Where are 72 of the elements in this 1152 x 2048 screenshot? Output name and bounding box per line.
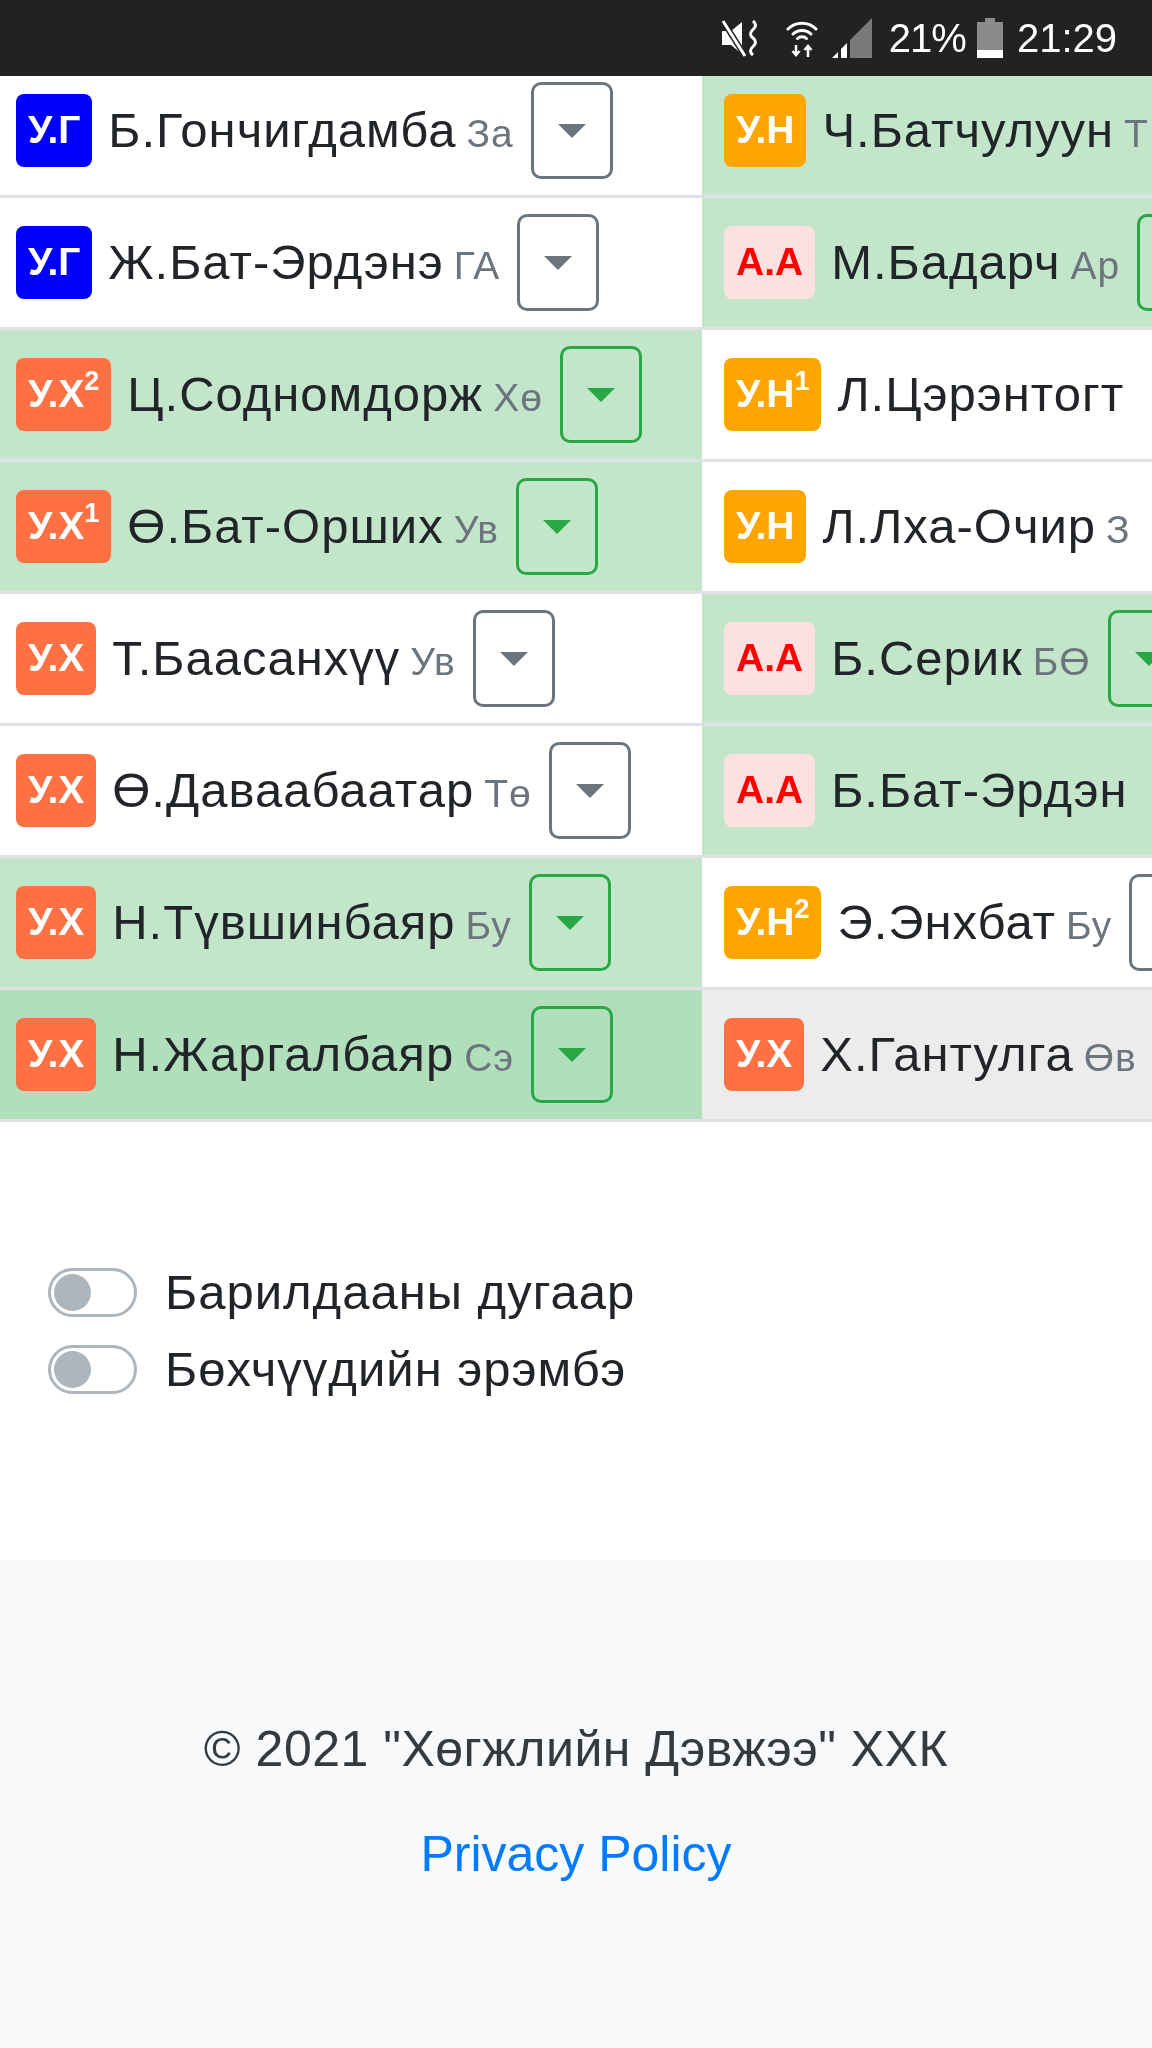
dropdown-button[interactable] xyxy=(472,610,555,707)
province-label: Т xyxy=(1124,111,1149,158)
province-label: ГА xyxy=(453,243,501,290)
toggle-label: Бөхчүүдийн эрэмбэ xyxy=(165,1340,627,1398)
province-label: Ув xyxy=(453,507,499,554)
wrestler-name: Н.Түвшинбаяр xyxy=(112,893,456,951)
province-label: Ар xyxy=(1070,243,1121,290)
wrestler-name: Б.Бат-Эрдэн xyxy=(831,761,1128,819)
signal-icon xyxy=(831,18,872,58)
rank-badge: У.Н xyxy=(724,94,807,167)
rank-badge: У.Х$^{2}$ xyxy=(16,358,112,431)
clock-time: 21:29 xyxy=(1016,18,1117,58)
dropdown-button[interactable] xyxy=(530,82,613,179)
toggle-label: Барилдааны дугаар xyxy=(165,1263,636,1321)
province-label: Хө xyxy=(493,375,543,422)
wrestler-name: М.Бадарч xyxy=(831,233,1061,291)
battery-icon xyxy=(976,18,1003,58)
battery-percent: 21% xyxy=(888,18,966,58)
dropdown-button[interactable] xyxy=(531,1006,614,1103)
dropdown-button[interactable] xyxy=(559,346,642,443)
caret-icon xyxy=(544,255,573,270)
caret-icon xyxy=(555,915,584,930)
toggle-switch[interactable] xyxy=(48,1345,137,1394)
rank-badge: У.Х xyxy=(724,1018,805,1091)
province-label: За xyxy=(466,111,514,158)
dropdown-button[interactable] xyxy=(528,874,611,971)
wrestler-name: Л.Цэрэнтогт xyxy=(837,365,1125,423)
province-label: Тө xyxy=(484,771,532,818)
wrestler-name: Н.Жаргалбаяр xyxy=(112,1025,455,1083)
wrestler-name: Т.Баасанхүү xyxy=(112,629,401,687)
wrestler-name: Ж.Бат-Эрдэнэ xyxy=(108,233,444,291)
province-label: Ув xyxy=(410,639,456,686)
copyright-text: © 2021 "Хөгжлийн Дэвжээ" ХХК xyxy=(203,1719,949,1779)
rank-badge: У.Г xyxy=(16,226,93,299)
wrestler-name: Ц.Содномдорж xyxy=(127,365,484,423)
rank-badge: У.Н xyxy=(724,490,807,563)
dropdown-button[interactable] xyxy=(517,214,600,311)
province-label: Сэ xyxy=(464,1035,515,1082)
wrestler-name: Б.Гончигдамба xyxy=(108,101,457,159)
toggle-switch[interactable] xyxy=(48,1268,137,1317)
caret-icon xyxy=(542,519,571,534)
province-label: Бу xyxy=(1066,903,1113,950)
dropdown-button[interactable] xyxy=(515,478,598,575)
province-label: З xyxy=(1106,507,1131,554)
dropdown-button[interactable] xyxy=(548,742,631,839)
wrestler-name: Ө.Даваабаатар xyxy=(112,761,475,819)
wrestler-name: Э.Энхбат xyxy=(837,893,1057,951)
province-label: Өв xyxy=(1083,1035,1137,1082)
province-label: Бу xyxy=(465,903,512,950)
rank-badge: У.Н$^{1}$ xyxy=(724,358,822,431)
privacy-policy-link[interactable]: Privacy Policy xyxy=(420,1824,732,1884)
wrestler-name: Б.Серик xyxy=(831,629,1023,687)
rank-badge: У.Х xyxy=(16,754,97,827)
caret-icon xyxy=(499,651,528,666)
rank-badge: У.Х xyxy=(16,886,97,959)
rank-badge: У.Х xyxy=(16,1018,97,1091)
caret-icon xyxy=(575,783,604,798)
rank-badge: А.А xyxy=(724,754,816,827)
rank-badge: У.Х$^{1}$ xyxy=(16,490,112,563)
caret-icon xyxy=(586,387,615,402)
wrestler-name: Х.Гантулга xyxy=(820,1025,1074,1083)
caret-icon xyxy=(557,123,586,138)
rank-badge: У.Х xyxy=(16,622,97,695)
province-label: БӨ xyxy=(1032,639,1091,686)
rank-badge: А.А xyxy=(724,622,816,695)
wrestler-name: Ч.Батчулуун xyxy=(822,101,1115,159)
rank-badge: У.Г xyxy=(16,94,93,167)
caret-icon xyxy=(558,1047,587,1062)
wrestler-name: Ө.Бат-Орших xyxy=(127,497,444,555)
wrestler-name: Л.Лха-Очир xyxy=(822,497,1097,555)
rank-badge: А.А xyxy=(724,226,816,299)
rank-badge: У.Н$^{2}$ xyxy=(724,886,822,959)
